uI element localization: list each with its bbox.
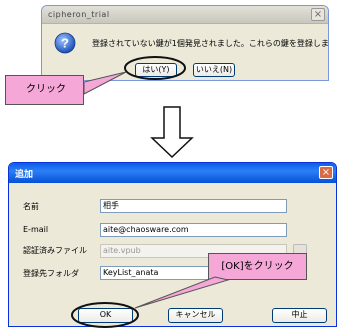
add-dialog-close-button[interactable]: × xyxy=(319,166,333,179)
confirm-dialog-title: cipheron_trial xyxy=(48,10,110,19)
ok-callout: [OK]をクリック xyxy=(208,253,307,280)
confirm-message: 登録されていない鍵が1個発見されました。これらの鍵を登録しますか？ xyxy=(92,39,329,48)
confirm-dialog: cipheron_trial × ? 登録されていない鍵が1個発見されました。こ… xyxy=(41,5,329,81)
no-button[interactable]: いいえ(N) xyxy=(193,63,235,77)
ok-button[interactable]: OK xyxy=(78,308,133,323)
question-icon: ? xyxy=(54,32,76,54)
email-label: E-mail xyxy=(23,225,49,234)
svg-text:?: ? xyxy=(61,36,69,51)
click-callout: クリック xyxy=(5,75,84,105)
name-field[interactable]: 相手 xyxy=(100,199,287,213)
down-arrow-icon xyxy=(150,106,194,159)
cert-file-label: 認証済みファイル xyxy=(23,246,87,255)
yes-button[interactable]: はい(Y) xyxy=(135,63,177,77)
add-dialog-title: 追加 xyxy=(15,170,34,180)
email-field[interactable]: aite@chaosware.com xyxy=(100,223,287,237)
confirm-dialog-titlebar[interactable]: cipheron_trial × xyxy=(42,6,328,24)
confirm-dialog-close-button[interactable]: × xyxy=(311,8,325,21)
add-dialog-titlebar[interactable]: 追加 × xyxy=(9,163,336,183)
stop-button[interactable]: 中止 xyxy=(272,308,327,323)
cancel-button[interactable]: キャンセル xyxy=(168,308,223,323)
add-key-dialog: 追加 × 名前 相手 E-mail aite@chaosware.com 認証済… xyxy=(8,162,337,327)
name-label: 名前 xyxy=(23,202,39,211)
folder-label: 登録先フォルダ xyxy=(23,269,79,278)
